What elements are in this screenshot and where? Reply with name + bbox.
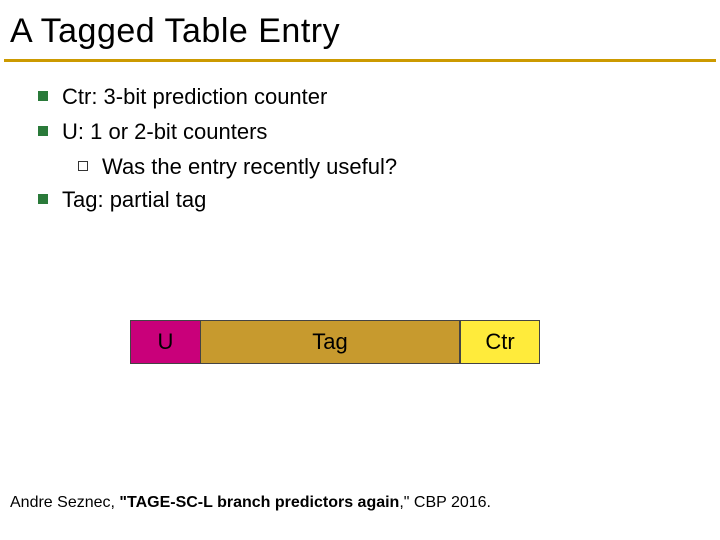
field-u: U [130,320,200,364]
entry-diagram: U Tag Ctr [130,320,540,364]
sub-list: Was the entry recently useful? [38,150,700,183]
bullet-text: Ctr: 3-bit prediction counter [62,80,327,113]
citation: Andre Seznec, "TAGE-SC-L branch predicto… [10,494,491,512]
list-item: U: 1 or 2-bit counters [38,115,700,148]
list-item: Tag: partial tag [38,183,700,216]
bullet-square-icon [38,194,48,204]
citation-title: "TAGE-SC-L branch predictors again [119,494,399,511]
field-ctr: Ctr [460,320,540,364]
bullet-text: Was the entry recently useful? [102,150,397,183]
list-item: Ctr: 3-bit prediction counter [38,80,700,113]
field-tag: Tag [200,320,460,364]
title-underline [4,59,716,62]
citation-tail: ," CBP 2016. [399,494,491,511]
bullet-square-icon [38,126,48,136]
bullet-text: U: 1 or 2-bit counters [62,115,267,148]
bullet-list: Ctr: 3-bit prediction counter U: 1 or 2-… [0,80,720,216]
slide-title: A Tagged Table Entry [0,0,720,59]
bullet-square-icon [38,91,48,101]
citation-author: Andre Seznec, [10,494,119,511]
list-item: Was the entry recently useful? [78,150,700,183]
bullet-text: Tag: partial tag [62,183,206,216]
bullet-hollow-square-icon [78,161,88,171]
